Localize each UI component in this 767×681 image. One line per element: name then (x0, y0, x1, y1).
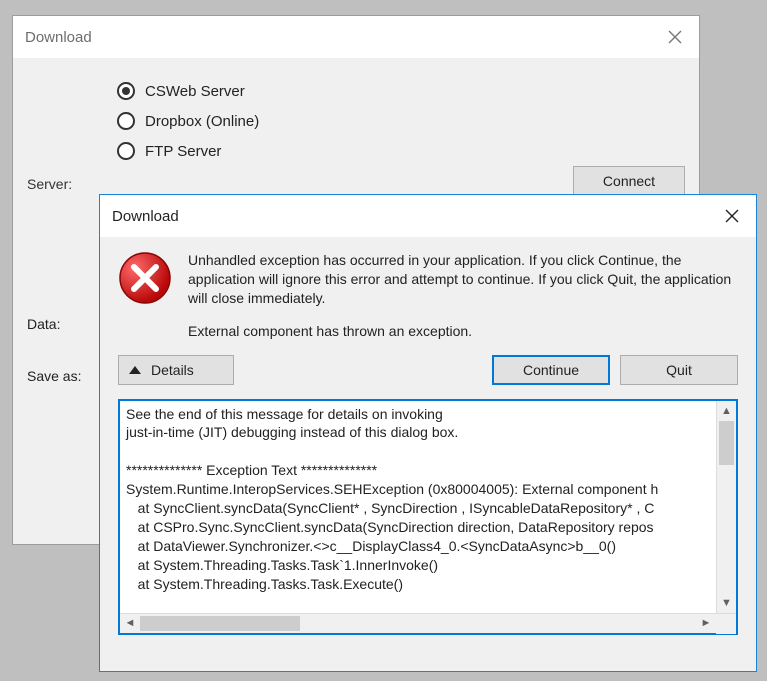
horizontal-scrollbar[interactable]: ◄ ► (120, 613, 736, 633)
details-button[interactable]: Details (118, 355, 234, 385)
radio-icon (117, 142, 135, 160)
error-message: Unhandled exception has occurred in your… (188, 251, 738, 308)
scroll-left-icon[interactable]: ◄ (120, 613, 140, 633)
vertical-scrollbar[interactable]: ▲ ▼ (716, 401, 736, 613)
scroll-thumb[interactable] (719, 421, 734, 465)
dialog-title: Download (100, 208, 179, 225)
radio-ftp[interactable]: FTP Server (117, 142, 555, 160)
server-label: Server: (27, 76, 117, 192)
error-icon (118, 251, 172, 305)
radio-icon (117, 82, 135, 100)
arrow-up-icon (129, 366, 141, 374)
close-icon[interactable] (708, 195, 756, 237)
quit-button[interactable]: Quit (620, 355, 738, 385)
scroll-thumb[interactable] (140, 616, 300, 631)
scroll-right-icon[interactable]: ► (696, 613, 716, 633)
scroll-down-icon[interactable]: ▼ (717, 593, 736, 613)
scroll-up-icon[interactable]: ▲ (717, 401, 736, 421)
radio-dropbox[interactable]: Dropbox (Online) (117, 112, 555, 130)
error-dialog: Download Unhandled e (99, 194, 757, 672)
details-textbox[interactable]: See the end of this message for details … (118, 399, 738, 635)
radio-icon (117, 112, 135, 130)
radio-label: FTP Server (145, 143, 221, 160)
connect-button[interactable]: Connect (573, 166, 685, 196)
titlebar: Download (13, 16, 699, 58)
continue-button[interactable]: Continue (492, 355, 610, 385)
radio-csweb[interactable]: CSWeb Server (117, 82, 555, 100)
details-text: See the end of this message for details … (120, 401, 736, 613)
close-icon[interactable] (651, 16, 699, 58)
radio-label: Dropbox (Online) (145, 113, 259, 130)
details-button-label: Details (151, 362, 194, 378)
titlebar: Download (100, 195, 756, 237)
radio-label: CSWeb Server (145, 83, 245, 100)
dialog-title: Download (13, 29, 92, 46)
error-detail: External component has thrown an excepti… (188, 322, 738, 341)
